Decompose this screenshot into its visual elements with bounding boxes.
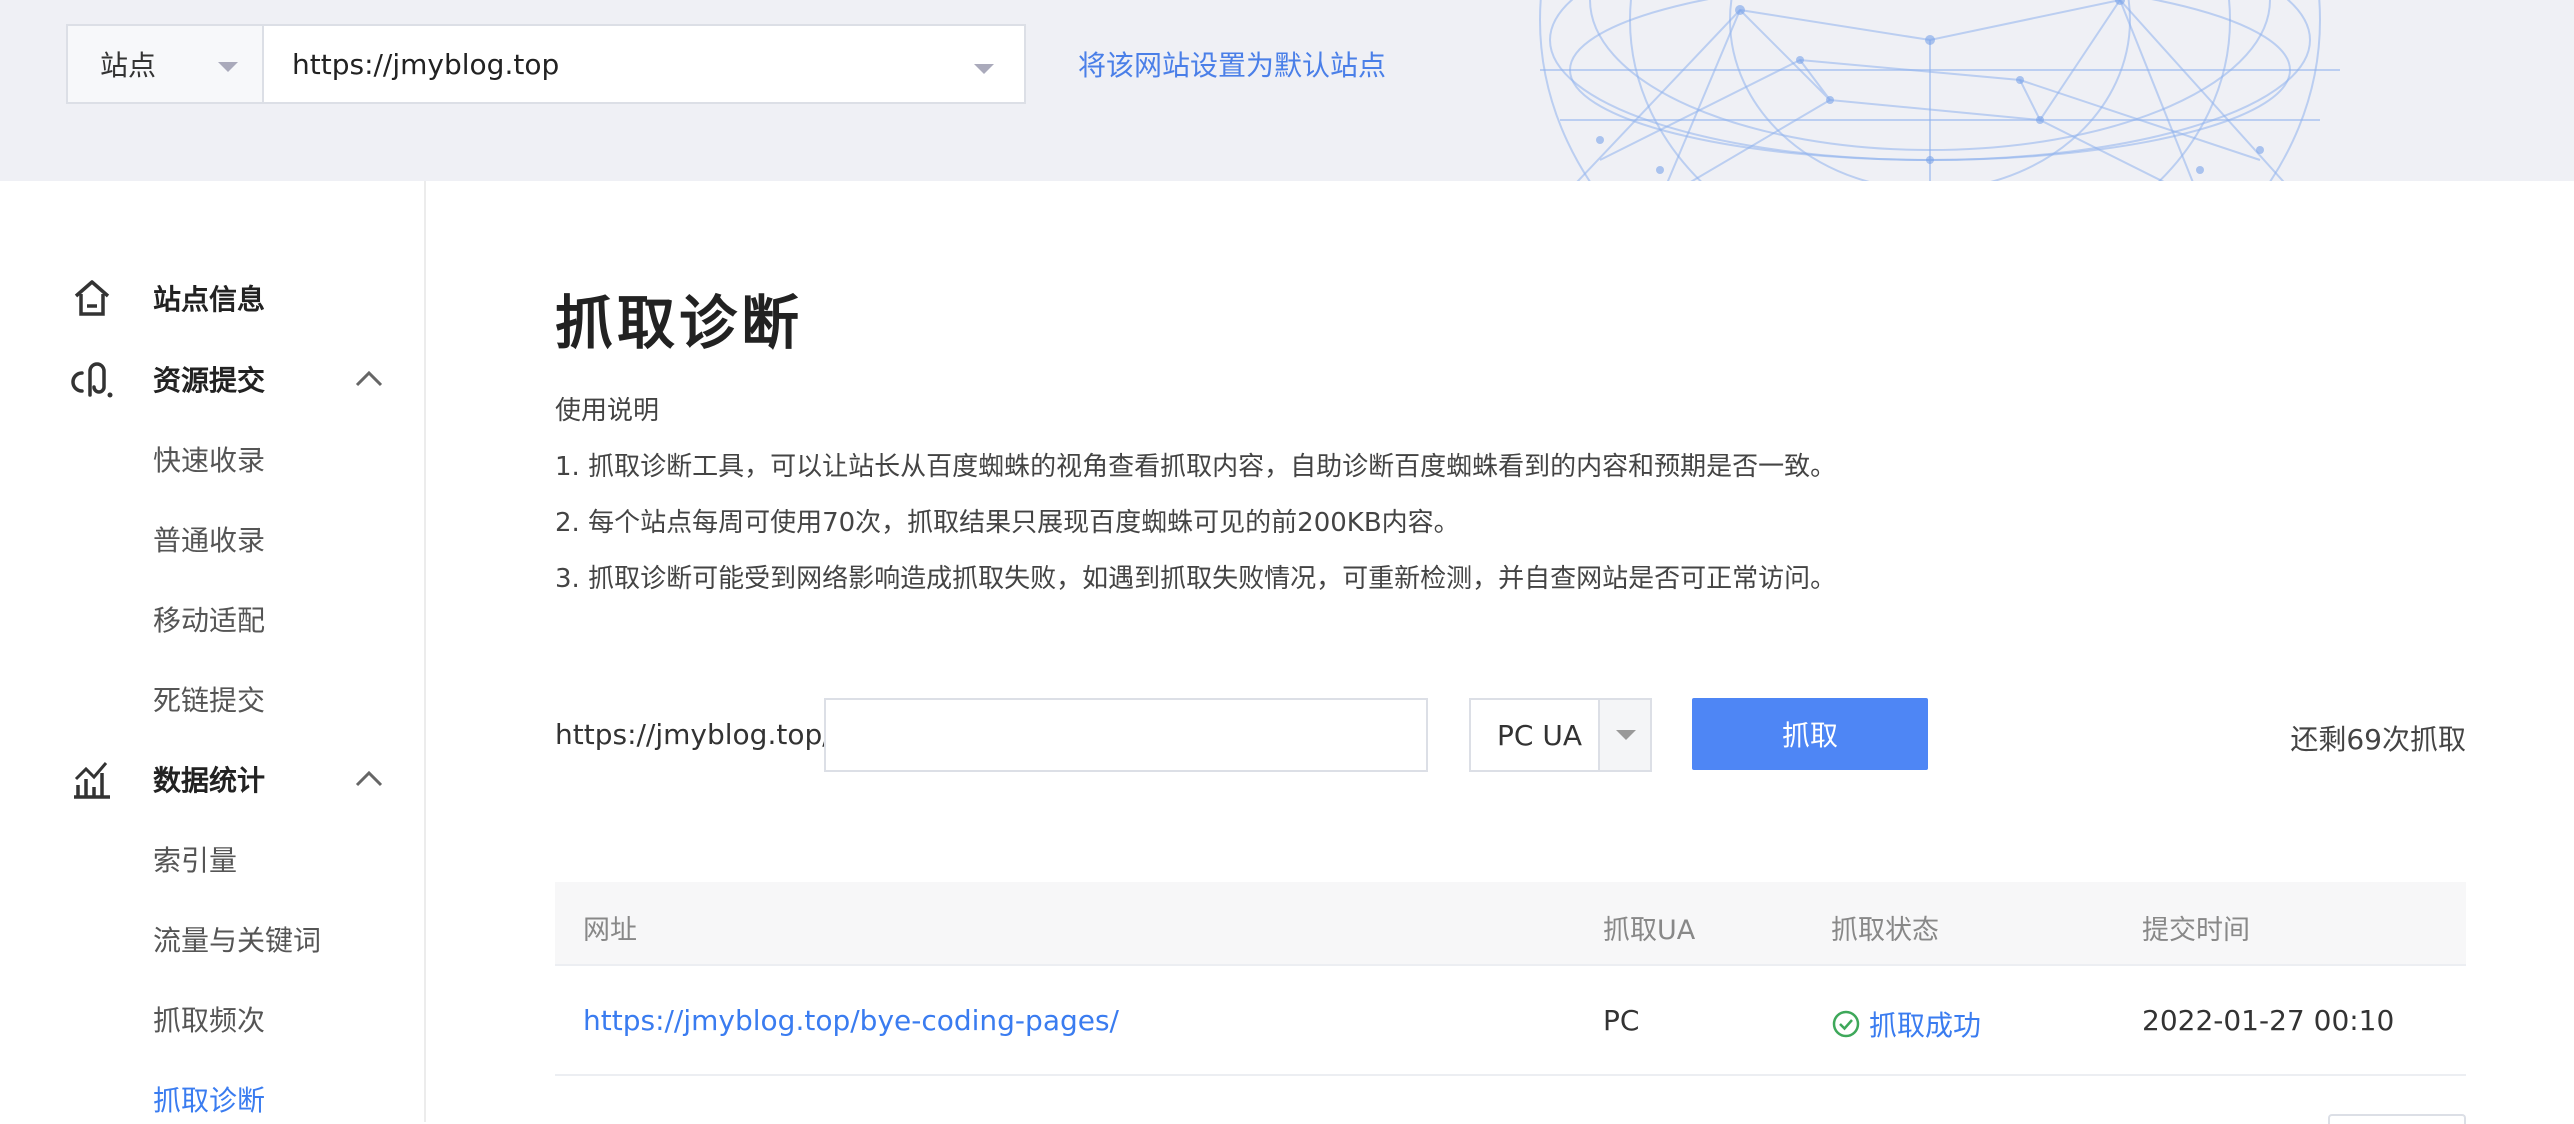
ua-dropdown-toggle[interactable] <box>1598 700 1650 770</box>
remaining-count: 还剩69次抓取 <box>2290 723 2466 756</box>
instruction-line: 1. 抓取诊断工具，可以让站长从百度蜘蛛的视角查看抓取内容，自助诊断百度蜘蛛看到… <box>555 452 1837 482</box>
row-url-link[interactable]: https://jmyblog.top/bye-coding-pages/ <box>583 1004 1119 1037</box>
stats-chart-icon <box>74 762 110 799</box>
ua-select[interactable]: PC UA <box>1469 698 1652 772</box>
set-default-site-link[interactable]: 将该网站设置为默认站点 <box>1078 44 1386 84</box>
sidebar: 站点信息 资源提交 快速收录 普通收录 移动适配 死链提交 数据统计 索引量 流… <box>0 181 426 1122</box>
site-selector[interactable]: 站点 https://jmyblog.top <box>66 24 1026 104</box>
fetch-button[interactable]: 抓取 <box>1692 698 1928 770</box>
sidebar-item-crawl-diagnosis[interactable]: 抓取诊断 <box>153 1079 265 1119</box>
sidebar-item-label: 站点信息 <box>153 283 266 316</box>
table-header: 网址 抓取UA 抓取状态 提交时间 <box>555 882 2466 966</box>
page-title: 抓取诊断 <box>555 289 804 357</box>
top-header: 站点 https://jmyblog.top 将该网站设置为默认站点 <box>0 0 2574 181</box>
ua-selected-value: PC UA <box>1497 718 1582 752</box>
row-status[interactable]: 抓取成功 <box>1831 1004 1981 1044</box>
sidebar-item-crawl-frequency[interactable]: 抓取频次 <box>153 999 265 1039</box>
globe-mesh-decoration <box>1539 0 2340 181</box>
row-ua: PC <box>1603 1004 1640 1037</box>
column-header-time: 提交时间 <box>2142 915 2250 946</box>
site-url-value: https://jmyblog.top <box>292 47 560 81</box>
sidebar-item-dead-link[interactable]: 死链提交 <box>153 679 265 719</box>
site-type-dropdown[interactable]: 站点 <box>68 26 264 102</box>
chevron-down-icon <box>974 64 994 74</box>
link-submit-icon <box>71 362 113 398</box>
table-row: https://jmyblog.top/bye-coding-pages/ PC… <box>555 966 2466 1076</box>
sidebar-item-normal-index[interactable]: 普通收录 <box>153 519 265 559</box>
chevron-down-icon <box>218 62 238 72</box>
sidebar-item-site-info[interactable]: 站点信息 <box>0 268 426 328</box>
home-icon <box>74 280 110 316</box>
site-type-value: 站点 <box>100 49 157 82</box>
instructions-heading: 使用说明 <box>555 396 660 426</box>
column-header-status: 抓取状态 <box>1831 915 1939 946</box>
sidebar-group-resource-submit[interactable]: 资源提交 <box>0 349 426 409</box>
check-circle-icon <box>1832 1010 1860 1038</box>
column-header-ua: 抓取UA <box>1603 915 1696 946</box>
sidebar-item-index-volume[interactable]: 索引量 <box>153 839 237 879</box>
fetch-path-input[interactable] <box>824 698 1428 772</box>
site-url-dropdown[interactable]: https://jmyblog.top <box>264 26 1024 102</box>
row-submit-time: 2022-01-27 00:10 <box>2142 1004 2395 1037</box>
instruction-line: 3. 抓取诊断可能受到网络影响造成抓取失败，如遇到抓取失败情况，可重新检测，并自… <box>555 564 1837 594</box>
chevron-up-icon[interactable] <box>354 369 384 389</box>
sidebar-group-label: 数据统计 <box>153 764 266 797</box>
url-prefix: https://jmyblog.top/ <box>555 718 832 751</box>
sidebar-group-label: 资源提交 <box>153 364 266 397</box>
instruction-line: 2. 每个站点每周可使用70次，抓取结果只展现百度蜘蛛可见的前200KB内容。 <box>555 508 1460 538</box>
chevron-up-icon[interactable] <box>354 769 384 789</box>
sidebar-item-traffic-keywords[interactable]: 流量与关键词 <box>153 919 321 959</box>
sidebar-group-data-stats[interactable]: 数据统计 <box>0 749 426 809</box>
column-header-url: 网址 <box>583 915 637 946</box>
chevron-down-icon <box>1616 730 1636 740</box>
fetch-results-table: 网址 抓取UA 抓取状态 提交时间 https://jmyblog.top/by… <box>555 882 2466 1076</box>
pagination-control[interactable] <box>2328 1114 2466 1124</box>
sidebar-item-mobile-adapt[interactable]: 移动适配 <box>153 599 265 639</box>
row-status-label: 抓取成功 <box>1869 1009 1982 1042</box>
sidebar-item-fast-index[interactable]: 快速收录 <box>153 439 265 479</box>
